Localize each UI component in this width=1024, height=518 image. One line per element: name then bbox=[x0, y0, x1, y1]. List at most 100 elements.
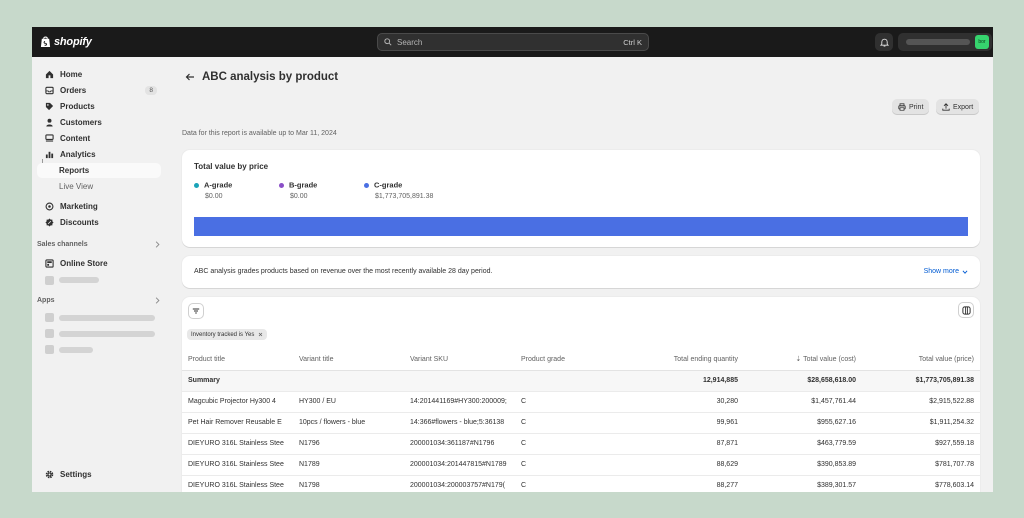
redacted-app-icon bbox=[45, 345, 54, 354]
column-header-total-value-cost[interactable]: ⇣ Total value (cost) bbox=[744, 349, 862, 370]
legend-value: $0.00 bbox=[290, 192, 308, 200]
legend-name: A-grade bbox=[204, 180, 233, 190]
store-name-redacted bbox=[906, 39, 970, 45]
redacted-channel-icon bbox=[45, 276, 54, 285]
table-row[interactable]: Magcubic Projector Hy300 4 HY300 / EU 14:2… bbox=[182, 390, 980, 412]
product-grade-cell: C bbox=[515, 474, 626, 492]
column-header-product-grade[interactable]: Product grade bbox=[515, 349, 626, 370]
filter-icon bbox=[192, 308, 200, 314]
sidebar-item-online-store[interactable]: Online Store bbox=[37, 256, 161, 271]
store-menu-button[interactable]: bor bbox=[898, 33, 992, 51]
report-table: Product title Variant title Variant SKU … bbox=[182, 349, 980, 492]
product-grade-cell: C bbox=[515, 432, 626, 454]
column-header-total-value-price[interactable]: Total value (price) bbox=[862, 349, 980, 370]
sidebar-item-products[interactable]: Products bbox=[37, 99, 161, 114]
sidebar-item-discounts[interactable]: Discounts bbox=[37, 215, 161, 230]
variant-sku-cell: 200001034:201447815#N1789 bbox=[404, 453, 515, 475]
cost-cell: $390,853.89 bbox=[744, 453, 862, 475]
redacted-app-icon bbox=[45, 313, 54, 322]
sidebar-item-reports[interactable]: Reports bbox=[37, 163, 161, 178]
quantity-cell: 30,280 bbox=[626, 390, 744, 412]
close-icon[interactable] bbox=[258, 332, 263, 337]
column-header-product-title[interactable]: Product title bbox=[182, 349, 293, 370]
sidebar-item-live-view[interactable]: Live View bbox=[37, 179, 161, 194]
quantity-cell: 88,277 bbox=[626, 474, 744, 492]
cost-cell: $955,627.16 bbox=[744, 411, 862, 433]
notifications-button[interactable] bbox=[875, 33, 893, 51]
print-label: Print bbox=[909, 103, 924, 111]
section-heading-label: Sales channels bbox=[37, 241, 88, 248]
product-grade-cell: C bbox=[515, 390, 626, 412]
total-value-card: Total value by price A-grade $0.00 B-gra… bbox=[182, 150, 980, 247]
table-row[interactable]: DIEYURO 316L Stainless Stee N1789 20000103… bbox=[182, 453, 980, 475]
summary-label: Summary bbox=[182, 369, 293, 391]
product-title-cell: DIEYURO 316L Stainless Stee bbox=[182, 453, 293, 475]
sidebar-item-label: Products bbox=[60, 102, 95, 111]
orders-count-badge: 8 bbox=[145, 86, 157, 95]
product-title-cell: DIEYURO 316L Stainless Stee bbox=[182, 432, 293, 454]
sidebar-item-label: Live View bbox=[59, 182, 94, 191]
table-row[interactable]: Pet Hair Remover Reusable E 10pcs / flowe… bbox=[182, 411, 980, 433]
sales-channels-heading[interactable]: Sales channels bbox=[37, 241, 161, 248]
print-button[interactable]: Print bbox=[892, 99, 930, 115]
column-header-total-ending-quantity[interactable]: Total ending quantity bbox=[626, 349, 744, 370]
avatar: bor bbox=[975, 35, 989, 49]
filter-button[interactable] bbox=[188, 303, 204, 319]
sidebar-item-orders[interactable]: Orders 8 bbox=[37, 83, 161, 98]
sidebar-item-home[interactable]: Home bbox=[37, 67, 161, 82]
redacted-app-name bbox=[59, 315, 155, 321]
show-more-button[interactable]: Show more bbox=[924, 268, 968, 275]
store-icon bbox=[45, 259, 54, 268]
search-input[interactable]: Search Ctrl K bbox=[377, 33, 649, 51]
sidebar-item-marketing[interactable]: Marketing bbox=[37, 199, 161, 214]
legend-a-grade: A-grade $0.00 bbox=[194, 180, 232, 200]
page-title: ABC analysis by product bbox=[202, 71, 339, 83]
variant-title-cell: 10pcs / flowers - blue bbox=[293, 411, 404, 433]
arrow-left-icon[interactable] bbox=[185, 72, 195, 82]
printer-icon bbox=[898, 103, 906, 111]
bar-segment-c-grade bbox=[194, 217, 968, 236]
bell-icon bbox=[879, 38, 889, 47]
variant-title-cell: HY300 / EU bbox=[293, 390, 404, 412]
table-cell bbox=[515, 369, 626, 391]
variant-sku-cell: 14:201441169#HY300:200009; bbox=[404, 390, 515, 412]
search-shortcut: Ctrl K bbox=[623, 37, 642, 47]
product-title-cell: DIEYURO 316L Stainless Stee bbox=[182, 474, 293, 492]
table-cell bbox=[404, 369, 515, 391]
info-card: ABC analysis grades products based on re… bbox=[182, 256, 980, 288]
legend-value: $0.00 bbox=[205, 192, 223, 200]
column-header-variant-sku[interactable]: Variant SKU bbox=[404, 349, 515, 370]
target-icon bbox=[45, 202, 54, 211]
quantity-cell: 99,961 bbox=[626, 411, 744, 433]
columns-icon bbox=[961, 305, 971, 315]
upload-icon bbox=[942, 103, 950, 111]
chart-icon bbox=[45, 151, 54, 159]
export-button[interactable]: Export bbox=[936, 99, 980, 115]
summary-price: $1,773,705,891.38 bbox=[862, 369, 980, 391]
summary-quantity: 12,914,885 bbox=[626, 369, 744, 391]
column-header-variant-title[interactable]: Variant title bbox=[293, 349, 404, 370]
sidebar-item-label: Online Store bbox=[60, 259, 108, 268]
price-cell: $1,911,254.32 bbox=[862, 411, 980, 433]
columns-button[interactable] bbox=[958, 302, 974, 318]
redacted-channel-name bbox=[59, 277, 99, 283]
sidebar-item-customers[interactable]: Customers bbox=[37, 115, 161, 130]
sidebar-item-content[interactable]: Content bbox=[37, 131, 161, 146]
sidebar-item-settings[interactable]: Settings bbox=[37, 467, 161, 482]
search-placeholder: Search bbox=[397, 37, 423, 47]
variant-title-cell: N1796 bbox=[293, 432, 404, 454]
summary-row: Summary 12,914,885 $28,658,618.00 $1,773… bbox=[182, 369, 980, 391]
price-cell: $927,559.18 bbox=[862, 432, 980, 454]
filter-chip-inventory[interactable]: Inventory tracked is Yes bbox=[187, 329, 268, 340]
chevron-down-icon bbox=[962, 270, 968, 274]
table-row[interactable]: DIEYURO 316L Stainless Stee N1796 20000103… bbox=[182, 432, 980, 454]
table-row[interactable]: DIEYURO 316L Stainless Stee N1798 20000103… bbox=[182, 474, 980, 492]
sidebar-item-analytics[interactable]: Analytics bbox=[37, 147, 161, 162]
legend-swatch bbox=[194, 182, 199, 188]
product-title-cell: Magcubic Projector Hy300 4 bbox=[182, 390, 293, 412]
shopify-logo[interactable]: shopify bbox=[40, 35, 92, 48]
apps-heading[interactable]: Apps bbox=[37, 297, 161, 304]
home-icon bbox=[45, 70, 54, 79]
sidebar-item-label: Customers bbox=[60, 118, 102, 127]
tag-icon bbox=[45, 102, 54, 111]
